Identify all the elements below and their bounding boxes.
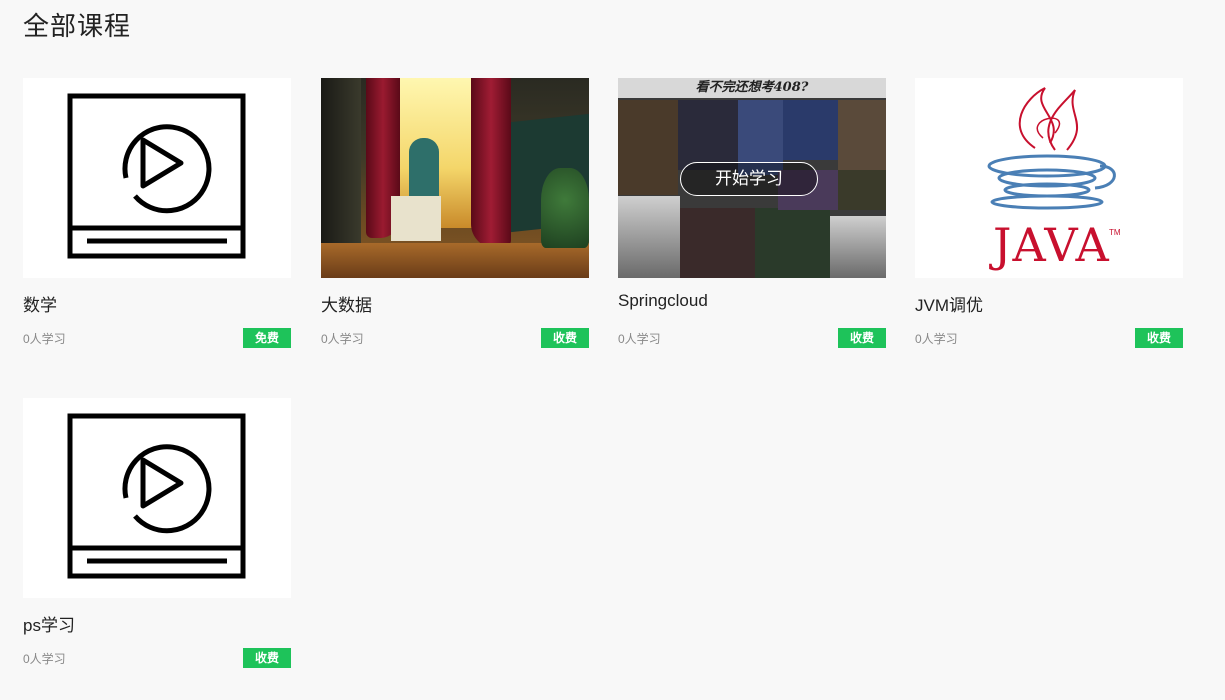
video-player-icon [67, 413, 246, 579]
java-wordmark: JAVA [993, 218, 1110, 272]
course-card[interactable]: JAVA TM JVM调优 0人学习 收费 [915, 78, 1183, 358]
learner-count: 0人学习 [321, 332, 364, 346]
course-thumbnail[interactable] [321, 78, 589, 278]
learner-count: 0人学习 [618, 332, 661, 346]
course-card[interactable]: ps学习 0人学习 收费 [23, 398, 291, 678]
course-title[interactable]: ps学习 [23, 611, 75, 636]
course-thumbnail[interactable] [23, 78, 291, 278]
course-thumbnail[interactable] [23, 398, 291, 598]
course-title[interactable]: 大数据 [321, 291, 372, 316]
course-card[interactable]: 看不完还想考408? 开始学习 Springcloud 0人学习 收费 [618, 78, 886, 358]
price-badge: 收费 [541, 328, 589, 348]
price-badge: 收费 [243, 648, 291, 668]
price-badge: 收费 [1135, 328, 1183, 348]
course-thumbnail[interactable]: 看不完还想考408? 开始学习 [618, 78, 886, 278]
price-badge: 免费 [243, 328, 291, 348]
coffee-cup-icon [987, 87, 1116, 210]
course-title[interactable]: 数学 [23, 291, 57, 316]
price-badge: 收费 [838, 328, 886, 348]
course-thumbnail[interactable]: JAVA TM [915, 78, 1183, 278]
collage-caption: 看不完还想考408? [618, 78, 886, 98]
java-logo: JAVA TM [915, 78, 1183, 278]
course-card[interactable]: 数学 0人学习 免费 [23, 78, 291, 358]
video-player-icon [67, 93, 246, 259]
learner-count: 0人学习 [23, 332, 66, 346]
start-learning-button[interactable]: 开始学习 [680, 162, 818, 196]
learner-count: 0人学习 [23, 652, 66, 666]
classroom-illustration [321, 78, 589, 278]
trademark-mark: TM [1109, 228, 1121, 237]
course-title[interactable]: Springcloud [618, 291, 708, 311]
page-title: 全部课程 [23, 11, 132, 41]
learner-count: 0人学习 [915, 332, 958, 346]
course-card[interactable]: 大数据 0人学习 收费 [321, 78, 589, 358]
course-title[interactable]: JVM调优 [915, 291, 983, 316]
